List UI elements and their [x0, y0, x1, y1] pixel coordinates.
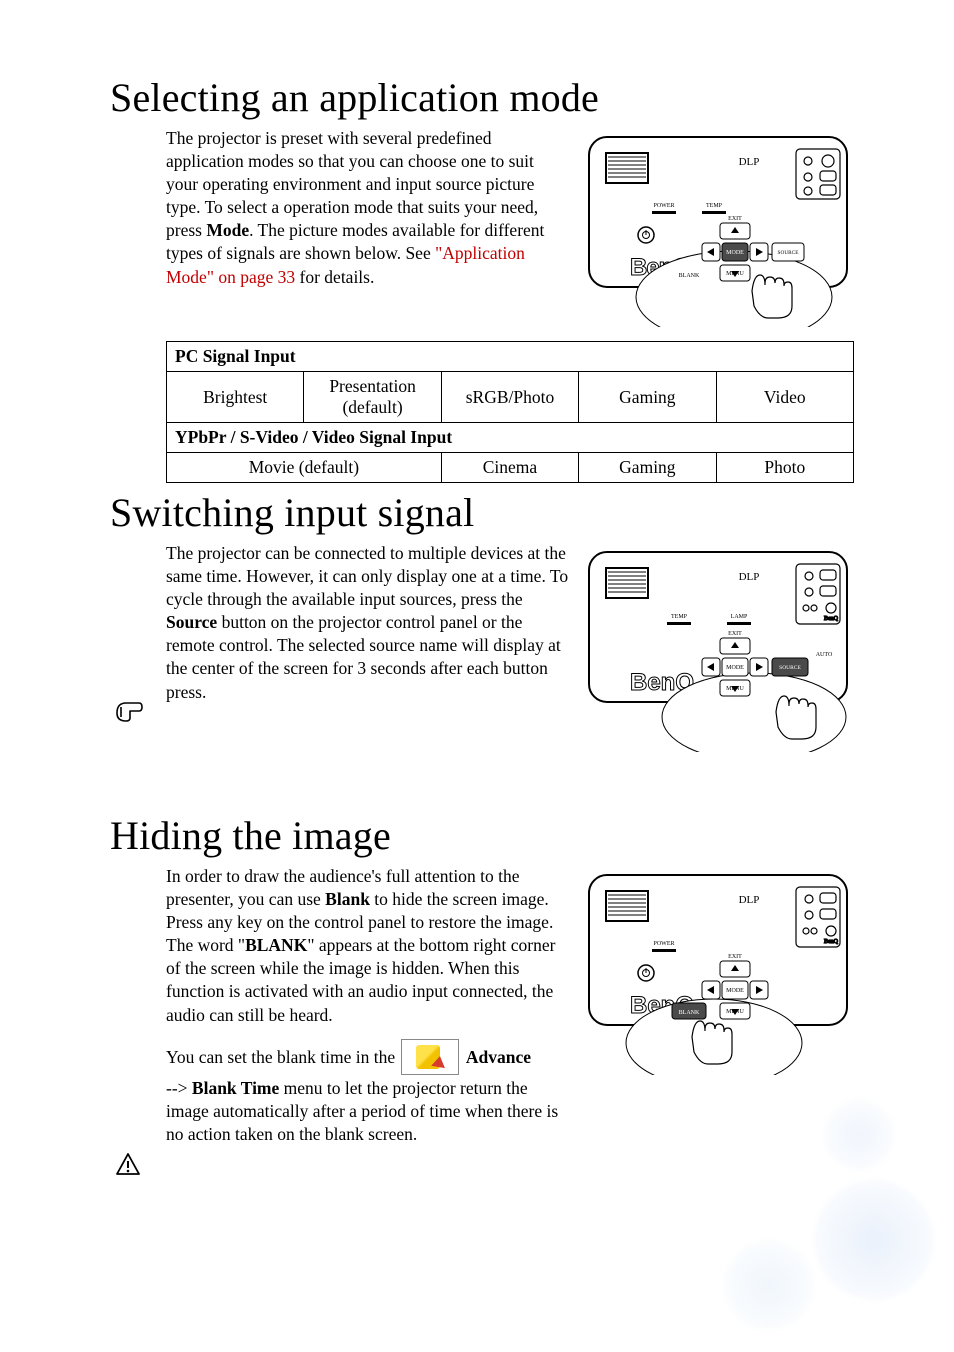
caution-icon [115, 1152, 141, 1183]
svg-text:EXIT: EXIT [728, 631, 742, 637]
svg-text:TEMP: TEMP [706, 203, 723, 209]
sec3-p2-b: --> [166, 1078, 192, 1098]
cell-presentation-line1: Presentation [329, 376, 416, 396]
svg-text:DLP: DLP [739, 571, 760, 583]
svg-text:POWER: POWER [654, 203, 675, 209]
sec3-paragraph-1: In order to draw the audience's full att… [166, 865, 570, 1027]
cell-cinema: Cinema [441, 453, 578, 483]
svg-text:MODE: MODE [726, 988, 744, 994]
svg-text:SOURCE: SOURCE [778, 250, 799, 256]
svg-text:BLANK: BLANK [679, 273, 700, 279]
sec2-paragraph: The projector can be connected to multip… [166, 542, 570, 704]
signal-modes-table: PC Signal Input Brightest Presentation (… [166, 341, 854, 483]
svg-text:TEMP: TEMP [671, 614, 688, 620]
svg-text:MODE: MODE [726, 250, 744, 256]
mode-word: Mode [206, 220, 249, 240]
sec3-paragraph-2: You can set the blank time in the Advanc… [166, 1041, 570, 1146]
cell-brightest: Brightest [167, 372, 304, 423]
table-row: Movie (default) Cinema Gaming Photo [167, 453, 854, 483]
cell-presentation: Presentation (default) [304, 372, 441, 423]
advance-menu-icon [401, 1039, 459, 1075]
cell-presentation-line2: (default) [342, 397, 402, 417]
source-word: Source [166, 612, 217, 632]
cell-video: Video [716, 372, 853, 423]
svg-text:DLP: DLP [739, 156, 760, 168]
svg-text:POWER: POWER [654, 941, 675, 947]
svg-text:MODE: MODE [726, 665, 744, 671]
svg-text:LAMP: LAMP [731, 614, 748, 620]
table-header-video: YPbPr / S-Video / Video Signal Input [167, 423, 854, 453]
svg-text:MENU: MENU [726, 1009, 744, 1015]
blank-time-word: Blank Time [192, 1078, 279, 1098]
heading-switching-input: Switching input signal [110, 489, 854, 536]
svg-text:MENU: MENU [726, 271, 744, 277]
svg-text:EXIT: EXIT [728, 216, 742, 222]
table-header-pc: PC Signal Input [167, 342, 854, 372]
sec3-p2-a: You can set the blank time in the [166, 1047, 399, 1067]
svg-text:AUTO: AUTO [816, 652, 833, 658]
svg-text:EXIT: EXIT [728, 954, 742, 960]
sec1-paragraph: The projector is preset with several pre… [166, 127, 570, 289]
table-row: Brightest Presentation (default) sRGB/Ph… [167, 372, 854, 423]
figure-projector-mode-button: DLP POWER TEMP BenQ [584, 127, 854, 327]
svg-text:BLANK: BLANK [679, 1010, 700, 1016]
svg-text:BenQ: BenQ [824, 616, 839, 622]
figure-projector-blank-button: DLP BenQ POWER BenQ EXIT [584, 865, 854, 1075]
sec1-text-c: for details. [295, 267, 374, 287]
figure-projector-source-button: DLP BenQ TEMP LAMP BenQ EXIT [584, 542, 854, 752]
cell-movie: Movie (default) [167, 453, 442, 483]
svg-text:DLP: DLP [739, 894, 760, 906]
heading-hiding-image: Hiding the image [110, 812, 854, 859]
cell-photo: Photo [716, 453, 853, 483]
cell-gaming-pc: Gaming [579, 372, 716, 423]
svg-text:SOURCE: SOURCE [779, 665, 801, 671]
sec2-text-b: button on the projector control panel or… [166, 612, 561, 701]
blank-caps: BLANK [245, 935, 307, 955]
cell-gaming-vid: Gaming [579, 453, 716, 483]
heading-selecting-mode: Selecting an application mode [110, 74, 854, 121]
svg-text:MENU: MENU [726, 686, 744, 692]
advance-word: Advance [466, 1047, 531, 1067]
sec2-text-a: The projector can be connected to multip… [166, 543, 568, 609]
hand-pointing-icon [115, 700, 143, 729]
blank-word: Blank [325, 889, 370, 909]
svg-text:BenQ: BenQ [824, 939, 839, 945]
cell-srgb: sRGB/Photo [441, 372, 578, 423]
